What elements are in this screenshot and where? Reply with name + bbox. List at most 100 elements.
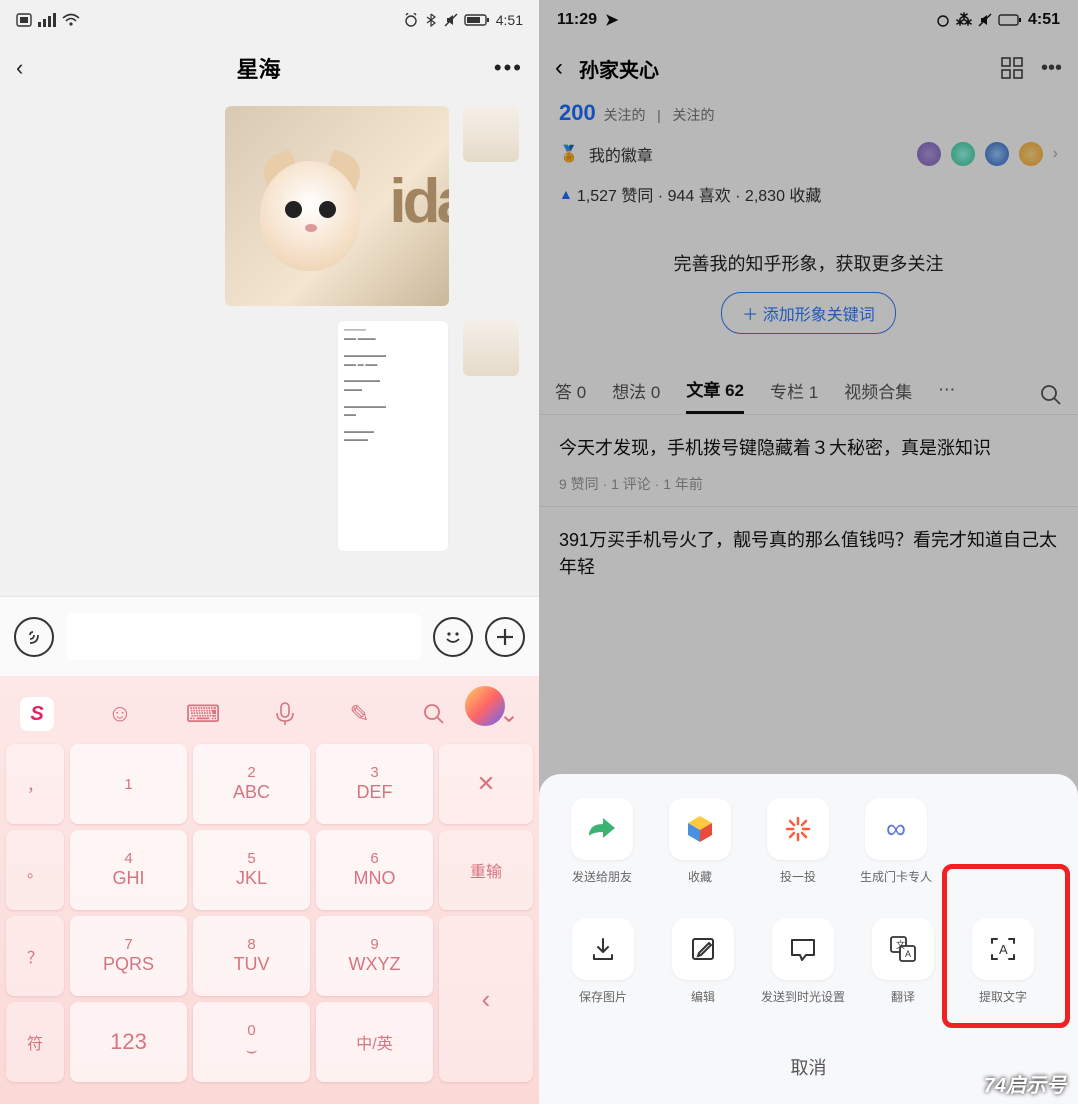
chat-screen: 4:51 ‹ 星海 ••• ida ━━━━━━▬▬ ▬▬▬▬▬▬▬▬▬▬▬▬ … [0,0,539,1104]
spark-icon [767,798,829,860]
status-time: 11:29 [557,11,597,29]
key-9[interactable]: 9WXYZ [316,916,433,996]
plus-icon [494,626,516,648]
sogou-logo-icon[interactable]: S [20,697,54,731]
vote[interactable]: 投一投 [749,798,847,900]
location-icon: ➤ [605,10,618,30]
emoji-button[interactable] [433,617,473,657]
key-blank[interactable]: ‹ [439,916,533,1082]
mute-icon [444,13,458,27]
key-0[interactable]: 0⌣ [193,1002,310,1082]
key-8[interactable]: 8TUV [193,916,310,996]
kb-emoji-icon[interactable]: ☺ [108,700,133,728]
key-123[interactable]: 123 [70,1002,187,1082]
chevron-right-icon: › [1053,145,1058,163]
key-backspace[interactable]: ✕ [439,744,533,824]
promo-text: 完善我的知乎形象，获取更多关注 [559,250,1058,276]
key-symbol[interactable]: 符 [6,1002,64,1082]
key-1[interactable]: 1 [70,744,187,824]
signal-icon [38,13,56,27]
stats-text: 1,527 赞同 · 944 喜欢 · 2,830 收藏 [577,182,822,206]
key-3[interactable]: 3DEF [316,744,433,824]
link-icon: ∞ [865,798,927,860]
key-question[interactable]: ？ [6,916,64,996]
key-2[interactable]: 2ABC [193,744,310,824]
key-lang[interactable]: 中/英 [316,1002,433,1082]
mini-program[interactable]: ∞ 生成门卡专人 [847,798,945,900]
keyboard: S ☺ ⌨ ✎ ⌄ ， 1 2ABC 3DEF ✕ 。 4GHI 5JKL 6M… [0,676,539,1104]
promo-section: 完善我的知乎形象，获取更多关注 ＋ 添加形象关键词 [539,220,1078,348]
keyboard-toolbar: S ☺ ⌨ ✎ ⌄ [0,684,539,744]
key-comma[interactable]: ， [6,744,64,824]
status-bar: 11:29 ➤ ⁂ 4:51 [539,0,1078,40]
status-left-icons [16,13,80,27]
input-bar [0,596,539,676]
alarm-icon [404,13,418,27]
status-right-icons: ⁂ 4:51 [936,10,1060,30]
key-period[interactable]: 。 [6,830,64,910]
highlight-box [942,864,1070,1028]
tab-columns[interactable]: 专栏 1 [770,378,818,413]
avatar[interactable] [463,106,519,162]
sound-wave-icon [23,626,45,648]
more-button[interactable]: ••• [494,55,523,81]
save-image[interactable]: 保存图片 [553,918,653,1020]
kb-search-icon[interactable] [423,703,445,725]
svg-text:A: A [905,949,911,959]
search-icon[interactable] [1040,384,1062,406]
status-right-icons: 4:51 [404,12,523,28]
promo-button[interactable]: ＋ 添加形象关键词 [721,292,895,334]
key-reinput[interactable]: 重输 [439,830,533,910]
back-button[interactable]: ‹ [16,55,23,81]
plus-button[interactable] [485,617,525,657]
tab-articles[interactable]: 文章 62 [686,376,744,414]
key-6[interactable]: 6MNO [316,830,433,910]
message-input[interactable] [66,614,421,660]
tab-more[interactable]: ⋯ [938,380,955,410]
collect[interactable]: 收藏 [651,798,749,900]
badge-row[interactable]: 🏅 我的徽章 › [539,130,1078,178]
translate[interactable]: 文A 翻译 [853,918,953,1020]
follow-counts: 200 关注的 | 关注的 [539,96,1078,130]
status-time: 4:51 [496,12,523,28]
svg-text:文: 文 [896,939,905,950]
image-message-screenshot[interactable]: ━━━━━━▬▬ ▬▬▬▬▬▬▬▬▬▬▬▬ ▬ ▬▬▬▬▬▬▬▬▬▬▬▬▬▬▬▬… [337,320,449,552]
keyboard-float-avatar[interactable] [465,686,505,726]
kb-keyboard-icon[interactable]: ⌨ [186,700,221,729]
image-message-cat[interactable]: ida [225,106,449,306]
send-moments[interactable]: 发送到时光设置 [753,918,853,1020]
badge-label: 我的徽章 [589,142,653,166]
badge-icon [917,142,941,166]
share-to-friend[interactable]: 发送给朋友 [553,798,651,900]
profile-screen: 11:29 ➤ ⁂ 4:51 ‹ 孙家夹心 ••• 20 [539,0,1078,1104]
triangle-up-icon: ▲ [559,186,573,202]
translate-icon: 文A [872,918,934,980]
edit[interactable]: 编辑 [653,918,753,1020]
tab-ideas[interactable]: 想法 0 [612,378,660,413]
back-button[interactable]: ‹ [555,54,563,82]
kb-mic-icon[interactable] [274,701,296,727]
tabs: 答 0 想法 0 文章 62 专栏 1 视频合集 ⋯ [539,348,1078,414]
key-5[interactable]: 5JKL [193,830,310,910]
status-time-r: 4:51 [1028,11,1060,29]
kb-handwrite-icon[interactable]: ✎ [350,700,370,729]
tab-videos[interactable]: 视频合集 [844,378,912,413]
tab-answers[interactable]: 答 0 [555,378,586,413]
avatar[interactable] [463,320,519,376]
edit-icon [672,918,734,980]
article-item[interactable]: 今天才发现，手机拨号键隐藏着３大秘密，真是涨知识 9 赞同 · 1 评论 · 1… [539,414,1078,506]
voice-button[interactable] [14,617,54,657]
smile-icon [441,625,465,649]
profile-header: ‹ 孙家夹心 ••• [539,40,1078,96]
chat-body[interactable]: ida ━━━━━━▬▬ ▬▬▬▬▬▬▬▬▬▬▬▬ ▬ ▬▬▬▬▬▬▬▬▬▬▬▬… [0,96,539,596]
more-button[interactable]: ••• [1041,57,1062,80]
key-7[interactable]: 7PQRS [70,916,187,996]
key-4[interactable]: 4GHI [70,830,187,910]
article-item[interactable]: 391万买手机号火了，靓号真的那么值钱吗？看完才知道自己太年轻 [539,506,1078,593]
download-icon [572,918,634,980]
badge-icon [985,142,1009,166]
stats-row[interactable]: ▲ 1,527 赞同 · 944 喜欢 · 2,830 收藏 [539,178,1078,220]
sim-icon [16,13,32,27]
qr-icon[interactable] [1001,57,1023,79]
wifi-icon [62,13,80,27]
